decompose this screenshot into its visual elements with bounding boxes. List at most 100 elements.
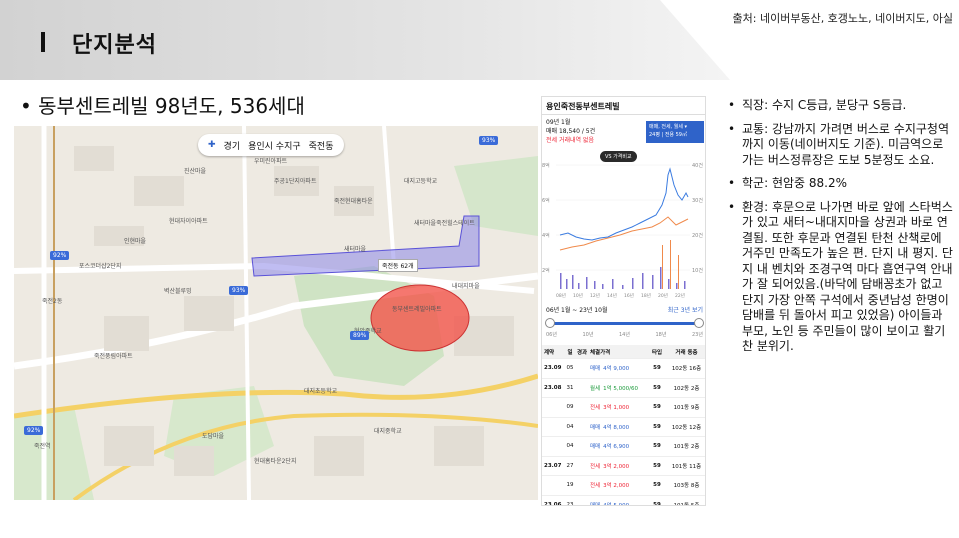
period-range: 06년 1월 ~ 23년 10월 bbox=[546, 307, 608, 314]
col-header: 거래 동층 bbox=[675, 349, 698, 356]
school-pct-badge: 89% bbox=[350, 331, 370, 340]
map-label: 포스코더샵2단지 bbox=[79, 263, 122, 270]
map-view[interactable]: ✚ 경기 용인시 수지구 죽전동 진산마을 현대자이아파트 우미린아파트 주공1… bbox=[14, 126, 538, 500]
x-tick: 12년 bbox=[590, 292, 600, 299]
x-tick: 18년 bbox=[641, 292, 651, 299]
compass-icon: ✚ bbox=[208, 140, 216, 150]
table-cell: 매매 4억 6,900 bbox=[588, 442, 648, 450]
table-cell: 102동 12층 bbox=[671, 424, 702, 431]
table-cell: 101동 2층 bbox=[673, 444, 700, 451]
x-tick: 20년 bbox=[658, 292, 668, 299]
bullet-item: 환경: 후문으로 나가면 바로 앞에 스타벅스가 있고 새터~내대지마을 상권과… bbox=[728, 200, 956, 355]
table-cell: 월세 1억 5,000/60 bbox=[588, 384, 648, 392]
rent-price-line bbox=[559, 216, 689, 251]
table-cell: 59 bbox=[653, 501, 661, 506]
trade-table: 계약 일 경과 체결가격 타입 거래 동층 23.09 05 매매 4억 9,000 5… bbox=[542, 345, 705, 506]
period-selector[interactable]: 06년 1월 ~ 23년 10월 최근 3년 보기 06년 10년 14년 18… bbox=[542, 305, 705, 339]
map-label: 현대자이아파트 bbox=[169, 218, 208, 225]
period-tick: 10년 bbox=[582, 332, 594, 338]
y-left-tick: 8억 bbox=[542, 162, 550, 169]
trade-type: 매매 bbox=[590, 502, 601, 506]
period-track bbox=[548, 322, 701, 325]
table-row[interactable]: 04 매매 4억 6,900 59 101동 2층 bbox=[542, 437, 705, 457]
trade-type: 매매 bbox=[590, 424, 601, 431]
table-cell: 매매 4억 9,000 bbox=[588, 364, 648, 372]
y-right-tick: 10건 bbox=[692, 267, 703, 274]
map-label: 새터마을 bbox=[344, 246, 367, 253]
map-location-chip[interactable]: ✚ 경기 용인시 수지구 죽전동 bbox=[198, 134, 344, 156]
trade-price: 1억 5,000/60 bbox=[603, 385, 639, 392]
period-tick: 23년 bbox=[692, 332, 703, 338]
recent-3y-link[interactable]: 최근 3년 보기 bbox=[668, 305, 703, 314]
trade-type: 월세 bbox=[590, 385, 601, 392]
table-body: 23.09 05 매매 4억 9,000 59 102동 16층 23.08 31 월세 1억 5… bbox=[542, 359, 705, 506]
map-label: 죽전풍림아파트 bbox=[94, 353, 133, 360]
table-cell: 27 bbox=[566, 462, 574, 469]
table-cell: 31 bbox=[566, 384, 574, 391]
table-cell: 59 bbox=[653, 384, 661, 391]
chip-city: 용인시 수지구 bbox=[248, 141, 301, 152]
table-cell: 23.09 bbox=[544, 365, 562, 372]
table-cell: 전세 3억 2,000 bbox=[588, 481, 648, 489]
period-start-handle[interactable] bbox=[545, 318, 555, 328]
trade-type: 전세 bbox=[590, 483, 601, 490]
bullet-item: 교통: 강남까지 가려면 버스로 수지구청역까지 이동(네이버지도 기준). 미… bbox=[728, 122, 956, 169]
table-cell: 101동 5층 bbox=[673, 502, 700, 506]
source-caption: 출처: 네이버부동산, 호갱노노, 네이버지도, 아실 bbox=[732, 12, 953, 25]
trade-price: 4억 6,900 bbox=[603, 444, 630, 451]
map-label: 동부센트레빌아파트 bbox=[392, 306, 442, 313]
school-pct-badge: 92% bbox=[24, 426, 44, 435]
table-cell: 59 bbox=[653, 482, 661, 489]
table-row[interactable]: 23.07 27 전세 3억 2,000 59 101동 11층 bbox=[542, 457, 705, 476]
col-header: 체결가격 bbox=[590, 349, 611, 356]
trade-type: 매매 bbox=[590, 444, 601, 451]
map-label: 죽전역 bbox=[34, 443, 51, 450]
trade-price: 3억 1,000 bbox=[603, 405, 630, 412]
table-cell: 전세 3억 1,000 bbox=[588, 403, 648, 411]
col-header: 계약 bbox=[544, 349, 555, 356]
chip-dong: 죽전동 bbox=[308, 141, 334, 152]
y-left-tick: 6억 bbox=[542, 197, 550, 204]
table-cell: 매매 4억 8,000 bbox=[588, 423, 648, 431]
period-tick: 18년 bbox=[655, 332, 667, 338]
trade-panel-title: 용인죽전동부센트레빌 bbox=[542, 97, 705, 115]
chip-province: 경기 bbox=[223, 141, 241, 152]
trade-price: 4억 9,000 bbox=[603, 366, 630, 373]
trade-type-selector[interactable]: 매매, 전세, 월세 ▾ 24평 | 전용 59㎡ bbox=[646, 121, 704, 143]
table-row[interactable]: 23.06 23 매매 4억 5,000 59 101동 5층 bbox=[542, 496, 705, 506]
map-label: 죽전2동 bbox=[42, 298, 63, 305]
col-header: 일 bbox=[567, 349, 573, 356]
table-cell: 59 bbox=[653, 462, 661, 469]
map-label: 벽산블루밍 bbox=[164, 288, 192, 295]
trade-type-line: 매매, 전세, 월세 ▾ bbox=[649, 124, 688, 130]
map-label: 새터마을죽전힐스테이트 bbox=[414, 220, 475, 227]
table-cell: 23.06 bbox=[544, 501, 562, 506]
map-label: 죽전현대홈타운 bbox=[334, 198, 373, 205]
price-chart-svg: 8억 6억 4억 2억 40건 30건 20건 10건 08년 10년 12년 … bbox=[542, 162, 703, 299]
table-cell: 전세 3억 2,000 bbox=[588, 462, 648, 470]
map-label: 대지초등학교 bbox=[304, 388, 338, 395]
header-accent-bar bbox=[41, 32, 45, 52]
period-tick: 06년 bbox=[546, 332, 557, 338]
map-tooltip: 죽전동 62개 bbox=[378, 259, 418, 272]
school-pct-badge: 93% bbox=[229, 286, 249, 295]
table-row[interactable]: 23.09 05 매매 4억 9,000 59 102동 16층 bbox=[542, 359, 705, 379]
volume-bars bbox=[560, 267, 686, 289]
table-cell: 23.08 bbox=[544, 384, 562, 391]
period-end-handle[interactable] bbox=[694, 318, 704, 328]
x-tick: 22년 bbox=[675, 292, 685, 299]
map-label: 인현마을 bbox=[124, 238, 147, 245]
period-tick: 14년 bbox=[619, 332, 630, 338]
table-row[interactable]: 04 매매 4억 8,000 59 102동 12층 bbox=[542, 418, 705, 437]
table-row[interactable]: 19 전세 3억 2,000 59 103동 8층 bbox=[542, 476, 705, 496]
map-label: 대지중학교 bbox=[374, 428, 402, 435]
bullet-item: 직장: 수지 C등급, 분당구 S등급. bbox=[728, 98, 956, 114]
school-pct-badge: 93% bbox=[479, 136, 499, 145]
trade-area-line: 24평 | 전용 59㎡ bbox=[649, 132, 687, 138]
x-tick: 14년 bbox=[607, 292, 617, 299]
x-tick: 16년 bbox=[624, 292, 634, 299]
price-chart: 8억 6억 4억 2억 40건 30건 20건 10건 08년 10년 12년 … bbox=[542, 145, 705, 305]
table-row[interactable]: 09 전세 3억 1,000 59 101동 9층 bbox=[542, 398, 705, 418]
x-tick: 10년 bbox=[573, 292, 583, 299]
table-row[interactable]: 23.08 31 월세 1억 5,000/60 59 102동 2층 bbox=[542, 379, 705, 398]
